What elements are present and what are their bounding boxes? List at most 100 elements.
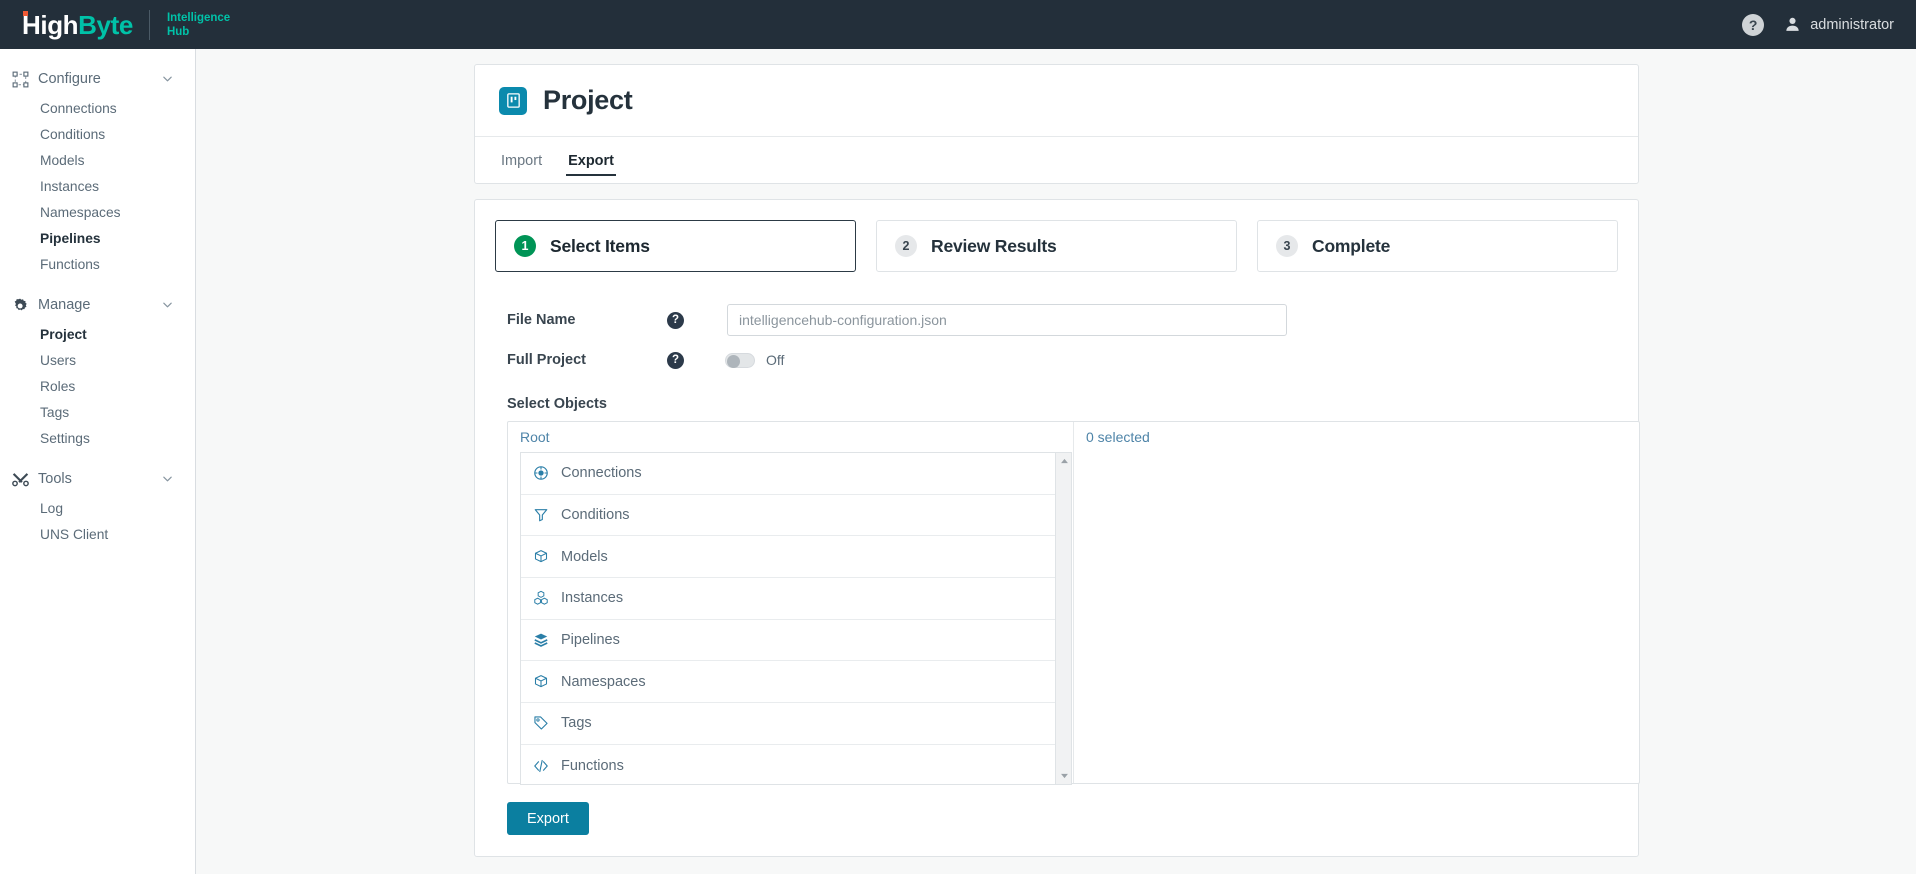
sidebar-item-label: Users — [40, 352, 77, 368]
page-title: Project — [543, 85, 633, 115]
wizard-step-complete[interactable]: 3 Complete — [1257, 220, 1618, 272]
sidebar-item-log[interactable]: Log — [0, 495, 195, 521]
file-name-row: File Name ? — [507, 300, 1618, 340]
page-header-card: Project Import Export — [474, 64, 1639, 184]
tab-import[interactable]: Import — [499, 137, 544, 184]
sidebar-item-uns-client[interactable]: UNS Client — [0, 521, 195, 547]
tab-export[interactable]: Export — [566, 137, 616, 184]
wizard-step-select-items[interactable]: 1 Select Items — [495, 220, 856, 272]
sidebar-item-label: Pipelines — [40, 230, 101, 246]
full-project-toggle-wrap: Off — [725, 352, 784, 368]
object-tree-list[interactable]: Connections Conditions Models Instances … — [520, 452, 1056, 785]
top-bar-right: ? administrator — [1742, 13, 1894, 36]
step-number-badge: 3 — [1276, 235, 1298, 257]
tree-list-scrollbar[interactable] — [1056, 452, 1072, 785]
list-item-label: Tags — [561, 715, 592, 732]
toggle-knob — [727, 354, 740, 368]
list-item[interactable]: Namespaces — [521, 661, 1055, 704]
filter-icon — [532, 506, 550, 524]
brand-logo[interactable]: HighByte Intelligence Hub — [22, 9, 230, 40]
selected-count-label: 0 selected — [1086, 429, 1150, 445]
sidebar-item-label: Settings — [40, 430, 90, 446]
sidebar-group-tools[interactable]: Tools — [0, 463, 195, 495]
help-icon[interactable]: ? — [1742, 13, 1765, 36]
file-name-help-slot: ? — [667, 311, 727, 329]
connection-icon — [532, 464, 550, 482]
list-item[interactable]: Conditions — [521, 494, 1055, 537]
help-icon[interactable]: ? — [667, 351, 684, 369]
available-objects-column: Root Connections Conditions Models Insta… — [508, 422, 1073, 785]
full-project-toggle[interactable] — [725, 352, 755, 368]
list-item-label: Namespaces — [561, 673, 646, 690]
sidebar-item-namespaces[interactable]: Namespaces — [0, 199, 195, 225]
sidebar-item-models[interactable]: Models — [0, 147, 195, 173]
sidebar-item-connections[interactable]: Connections — [0, 95, 195, 121]
brand-primary-text: High — [22, 9, 79, 40]
sidebar-group-manage[interactable]: Manage — [0, 289, 195, 321]
product-name-line2: Hub — [166, 25, 190, 38]
sidebar-item-label: Log — [40, 500, 64, 516]
sidebar-item-roles[interactable]: Roles — [0, 373, 195, 399]
wizard-steps: 1 Select Items 2 Review Results 3 Comple… — [495, 220, 1618, 272]
sidebar: Configure Connections Conditions Models … — [0, 49, 196, 874]
full-project-help-slot: ? — [667, 351, 725, 369]
export-form: File Name ? Full Project ? Off — [495, 300, 1618, 380]
export-wizard-card: 1 Select Items 2 Review Results 3 Comple… — [474, 199, 1640, 857]
export-button[interactable]: Export — [507, 802, 589, 835]
cubes-icon — [532, 589, 550, 607]
sidebar-item-instances[interactable]: Instances — [0, 173, 195, 199]
root-label: Root — [520, 429, 550, 445]
gear-icon — [10, 295, 30, 315]
sidebar-group-label: Manage — [38, 297, 91, 313]
list-item[interactable]: Connections — [521, 453, 1055, 495]
brand-dot-icon — [23, 10, 28, 16]
sidebar-item-functions[interactable]: Functions — [0, 251, 195, 277]
object-selector-panel: Root Connections Conditions Models Insta… — [507, 421, 1640, 785]
sidebar-item-settings[interactable]: Settings — [0, 425, 195, 451]
user-name-label: administrator — [1810, 16, 1894, 33]
sidebar-group-configure[interactable]: Configure — [0, 63, 195, 95]
sidebar-item-label: Conditions — [40, 126, 106, 142]
sidebar-item-conditions[interactable]: Conditions — [0, 121, 195, 147]
tab-bar: Import Export — [475, 137, 1638, 184]
wizard-step-review-results[interactable]: 2 Review Results — [876, 220, 1237, 272]
select-objects-label: Select Objects — [507, 396, 607, 412]
list-item-label: Connections — [561, 465, 642, 482]
sidebar-item-label: Instances — [40, 178, 100, 194]
sidebar-item-label: Roles — [40, 378, 76, 394]
file-name-label: File Name — [507, 312, 576, 328]
list-item[interactable]: Functions — [521, 744, 1055, 784]
product-name: Intelligence Hub — [167, 11, 230, 39]
chevron-down-icon — [163, 302, 172, 308]
list-item[interactable]: Models — [521, 536, 1055, 579]
code-icon — [532, 757, 550, 775]
file-name-input[interactable] — [727, 304, 1287, 336]
product-name-line1: Intelligence — [166, 11, 231, 24]
sidebar-item-label: UNS Client — [40, 526, 109, 542]
user-menu[interactable]: administrator — [1784, 16, 1894, 33]
sidebar-item-pipelines[interactable]: Pipelines — [0, 225, 195, 251]
chevron-down-icon — [163, 476, 172, 482]
scroll-down-icon[interactable] — [1056, 769, 1072, 783]
tools-icon — [10, 469, 30, 489]
full-project-row: Full Project ? Off — [507, 340, 1618, 380]
help-icon[interactable]: ? — [667, 311, 684, 329]
project-icon — [499, 86, 527, 115]
list-item-label: Instances — [561, 590, 624, 607]
list-item[interactable]: Instances — [521, 578, 1055, 620]
sidebar-item-project[interactable]: Project — [0, 321, 195, 347]
full-project-label: Full Project — [507, 352, 586, 368]
sidebar-item-users[interactable]: Users — [0, 347, 195, 373]
sidebar-group-label: Tools — [38, 471, 72, 487]
scroll-up-icon[interactable] — [1056, 454, 1072, 468]
sidebar-item-label: Tags — [40, 404, 70, 420]
box-outline-icon — [532, 548, 550, 566]
main-content: Project Import Export 1 Select Items 2 R… — [196, 49, 1916, 874]
sidebar-item-label: Models — [40, 152, 85, 168]
selected-objects-column: 0 selected — [1073, 422, 1639, 783]
sidebar-item-tags[interactable]: Tags — [0, 399, 195, 425]
list-item[interactable]: Tags — [521, 703, 1055, 745]
list-item[interactable]: Pipelines — [521, 619, 1055, 662]
sidebar-item-label: Connections — [40, 100, 117, 116]
